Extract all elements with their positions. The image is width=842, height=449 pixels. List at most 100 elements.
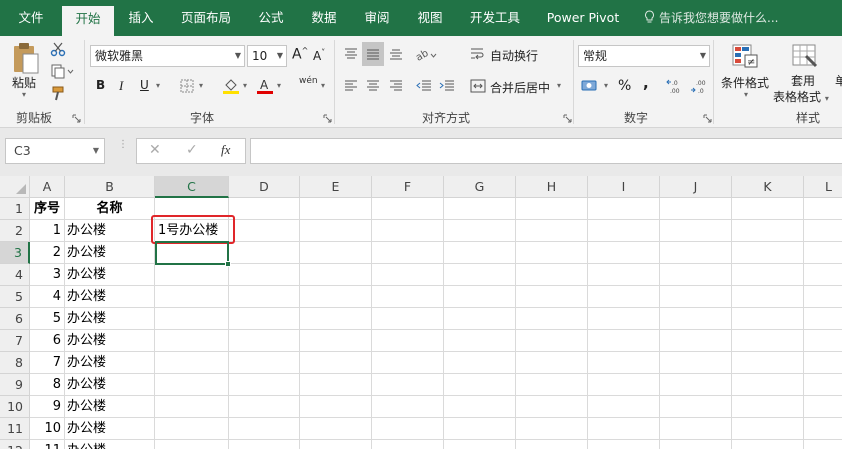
row-header-4[interactable]: 4 <box>0 264 30 286</box>
row-header-5[interactable]: 5 <box>0 286 30 308</box>
cell-b3[interactable]: 办公楼 <box>65 242 155 264</box>
cancel-icon[interactable]: ✕ <box>149 142 161 158</box>
cell-e12[interactable] <box>300 440 372 449</box>
cell-f11[interactable] <box>372 418 444 440</box>
cell-d9[interactable] <box>229 374 300 396</box>
comma-style-button[interactable]: , <box>643 74 649 92</box>
cell-f10[interactable] <box>372 396 444 418</box>
bold-button[interactable]: B <box>96 78 105 92</box>
cell-e3[interactable] <box>300 242 372 264</box>
format-as-table-button[interactable]: 表格格式 ▾ <box>773 88 829 105</box>
wrap-text-button[interactable]: 自动换行 <box>490 47 538 64</box>
name-box[interactable]: C3 ▼ <box>5 138 105 164</box>
cell-b12[interactable]: 办公楼 <box>65 440 155 449</box>
cell-e10[interactable] <box>300 396 372 418</box>
cell-g2[interactable] <box>444 220 516 242</box>
cell-j12[interactable] <box>660 440 732 449</box>
cell-g1[interactable] <box>444 198 516 220</box>
row-header-1[interactable]: 1 <box>0 198 30 220</box>
cell-h12[interactable] <box>516 440 588 449</box>
cell-i1[interactable] <box>588 198 660 220</box>
font-launcher-icon[interactable] <box>323 114 332 123</box>
tell-me-search[interactable]: 告诉我您想要做什么... <box>644 0 778 36</box>
cell-b8[interactable]: 办公楼 <box>65 352 155 374</box>
cell-a12[interactable]: 11 <box>30 440 65 449</box>
column-header-g[interactable]: G <box>444 176 516 198</box>
align-top-button[interactable] <box>341 44 361 64</box>
shrink-font-button[interactable]: A˅ <box>313 48 325 63</box>
cell-k7[interactable] <box>732 330 804 352</box>
cell-h2[interactable] <box>516 220 588 242</box>
cell-c9[interactable] <box>155 374 229 396</box>
formula-input[interactable] <box>250 138 842 164</box>
cell-a1[interactable]: 序号 <box>30 198 65 220</box>
alignment-launcher-icon[interactable] <box>563 114 572 123</box>
cell-d4[interactable] <box>229 264 300 286</box>
cell-d3[interactable] <box>229 242 300 264</box>
active-cell-c3[interactable] <box>155 241 229 265</box>
cell-a8[interactable]: 7 <box>30 352 65 374</box>
cell-b7[interactable]: 办公楼 <box>65 330 155 352</box>
cell-i8[interactable] <box>588 352 660 374</box>
cell-c8[interactable] <box>155 352 229 374</box>
cell-g12[interactable] <box>444 440 516 449</box>
cell-a10[interactable]: 9 <box>30 396 65 418</box>
cell-d7[interactable] <box>229 330 300 352</box>
cell-e7[interactable] <box>300 330 372 352</box>
column-header-f[interactable]: F <box>372 176 444 198</box>
cell-e1[interactable] <box>300 198 372 220</box>
cell-styles-button[interactable]: 单 <box>835 72 842 89</box>
cell-c10[interactable] <box>155 396 229 418</box>
cell-h7[interactable] <box>516 330 588 352</box>
format-as-table-icon-button[interactable] <box>787 40 823 72</box>
cell-k4[interactable] <box>732 264 804 286</box>
cell-i10[interactable] <box>588 396 660 418</box>
align-center-button[interactable] <box>363 76 383 96</box>
cell-j5[interactable] <box>660 286 732 308</box>
cell-j4[interactable] <box>660 264 732 286</box>
fill-color-dropdown[interactable]: ▾ <box>243 81 247 90</box>
cell-g10[interactable] <box>444 396 516 418</box>
tab-formulas[interactable]: 公式 <box>249 0 293 36</box>
tab-power-pivot[interactable]: Power Pivot <box>538 0 628 36</box>
tab-home[interactable]: 开始 <box>62 6 114 36</box>
cell-l8[interactable] <box>804 352 842 374</box>
cell-e2[interactable] <box>300 220 372 242</box>
conditional-format-button[interactable]: 条件格式 <box>721 74 769 91</box>
increase-decimal-button[interactable]: .0 .00 <box>665 76 687 96</box>
cell-l2[interactable] <box>804 220 842 242</box>
cell-a4[interactable]: 3 <box>30 264 65 286</box>
row-header-10[interactable]: 10 <box>0 396 30 418</box>
cell-a2[interactable]: 1 <box>30 220 65 242</box>
cell-d12[interactable] <box>229 440 300 449</box>
row-header-3[interactable]: 3 <box>0 242 30 264</box>
cell-h9[interactable] <box>516 374 588 396</box>
cell-l12[interactable] <box>804 440 842 449</box>
tab-insert[interactable]: 插入 <box>117 0 165 36</box>
cell-c12[interactable] <box>155 440 229 449</box>
underline-dropdown[interactable]: ▾ <box>156 81 160 90</box>
cell-d2[interactable] <box>229 220 300 242</box>
cell-e5[interactable] <box>300 286 372 308</box>
cell-a5[interactable]: 4 <box>30 286 65 308</box>
cell-b11[interactable]: 办公楼 <box>65 418 155 440</box>
cell-b2[interactable]: 办公楼 <box>65 220 155 242</box>
cell-f4[interactable] <box>372 264 444 286</box>
cell-g7[interactable] <box>444 330 516 352</box>
cell-d8[interactable] <box>229 352 300 374</box>
underline-button[interactable]: U <box>140 78 149 92</box>
row-header-6[interactable]: 6 <box>0 308 30 330</box>
cell-l1[interactable] <box>804 198 842 220</box>
cell-j7[interactable] <box>660 330 732 352</box>
cell-j11[interactable] <box>660 418 732 440</box>
increase-indent-button[interactable] <box>437 76 457 96</box>
cell-j3[interactable] <box>660 242 732 264</box>
cell-e11[interactable] <box>300 418 372 440</box>
cell-d6[interactable] <box>229 308 300 330</box>
merge-center-button[interactable]: 合并后居中 <box>490 79 550 96</box>
cell-j2[interactable] <box>660 220 732 242</box>
clipboard-launcher-icon[interactable] <box>72 114 81 123</box>
tab-view[interactable]: 视图 <box>408 0 452 36</box>
cell-d10[interactable] <box>229 396 300 418</box>
cell-l11[interactable] <box>804 418 842 440</box>
